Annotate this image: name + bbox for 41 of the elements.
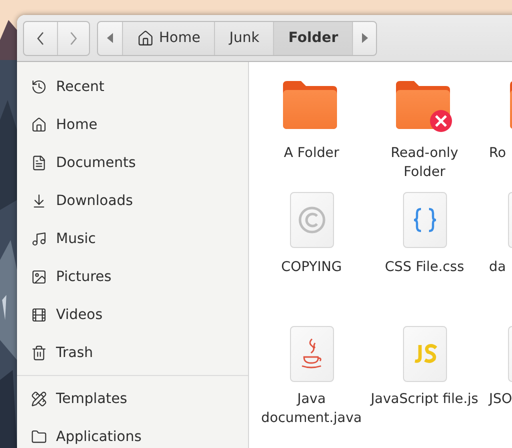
sidebar-item[interactable]: Pictures [56,269,112,285]
sidebar-item[interactable]: Downloads [56,193,133,209]
music-note-icon [31,231,47,247]
coffee-cup-file-icon [290,326,334,382]
triangle-left-icon [106,33,114,43]
back-icon [37,32,44,44]
sidebar-item[interactable]: Templates [56,391,128,407]
breadcrumb-button[interactable]: Home [122,22,214,54]
file-name[interactable]: COPYING [281,258,342,277]
document-icon [31,155,47,171]
file-name[interactable]: Ro [489,144,506,163]
file-name[interactable]: Java document.java [258,390,366,428]
file-name[interactable]: JavaScript file.js [370,390,478,409]
download-icon [31,193,47,209]
ruler-pencil-icon [31,391,47,407]
breadcrumb-button[interactable]: Folder [273,22,352,54]
file-name[interactable]: CSS File.css [384,258,464,277]
home-icon [137,30,154,46]
sidebar-item[interactable]: Documents [56,155,136,171]
home-icon [31,117,47,133]
breadcrumb-button[interactable]: Junk [214,22,274,54]
film-icon [31,307,47,323]
file-name[interactable]: Read-only Folder [370,144,478,182]
sidebar-item[interactable]: Music [56,231,96,247]
folder-icon [31,429,47,445]
trash-icon [31,345,47,361]
file-name[interactable]: A Folder [284,144,340,163]
triangle-right-icon [360,33,369,43]
copyright-file-icon [290,192,334,248]
js-file-icon [402,326,446,382]
file-name[interactable]: JSO [489,390,512,409]
clock-icon [31,79,47,95]
sidebar-item[interactable]: Applications [56,429,142,445]
braces-file-icon [402,192,446,248]
sidebar-item[interactable]: Home [56,117,98,133]
picture-icon [31,269,47,285]
sidebar-item[interactable]: Trash [56,345,93,361]
sidebar-item[interactable]: Recent [56,79,104,95]
forward-icon [70,32,77,44]
sidebar-item[interactable]: Videos [56,307,103,323]
file-name[interactable]: da [489,258,506,277]
